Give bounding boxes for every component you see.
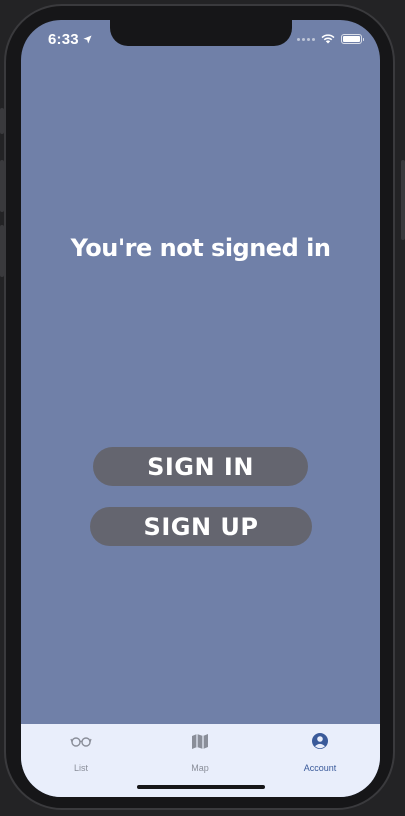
sign-up-button[interactable]: SIGN UP [90, 507, 312, 546]
tab-list[interactable]: List [41, 732, 121, 775]
tab-map-label: Map [191, 763, 209, 773]
tab-list-label: List [73, 763, 88, 773]
status-bar-indicators [297, 34, 364, 44]
tab-account[interactable]: Account [280, 732, 360, 775]
account-icon [312, 733, 328, 749]
app-screen: 6:33 You're not signed in SIGN IN SIGN U… [21, 20, 380, 797]
wifi-icon [321, 34, 335, 44]
power-button [401, 160, 405, 240]
battery-icon [341, 34, 364, 44]
map-icon [192, 734, 208, 749]
signed-out-heading: You're not signed in [70, 234, 331, 262]
tab-account-label: Account [303, 763, 337, 773]
battery-level [343, 36, 360, 42]
signal-dots-icon [297, 37, 315, 41]
tab-map[interactable]: Map [160, 732, 240, 775]
location-arrow-icon [83, 35, 92, 44]
volume-down-button [0, 225, 4, 277]
sign-in-button[interactable]: SIGN IN [93, 447, 308, 486]
glasses-icon [70, 737, 92, 747]
notch [110, 20, 292, 46]
side-button [0, 108, 4, 134]
home-indicator[interactable] [137, 785, 265, 789]
status-bar-time: 6:33 [48, 31, 92, 48]
clock-label: 6:33 [48, 31, 79, 48]
volume-up-button [0, 160, 4, 212]
